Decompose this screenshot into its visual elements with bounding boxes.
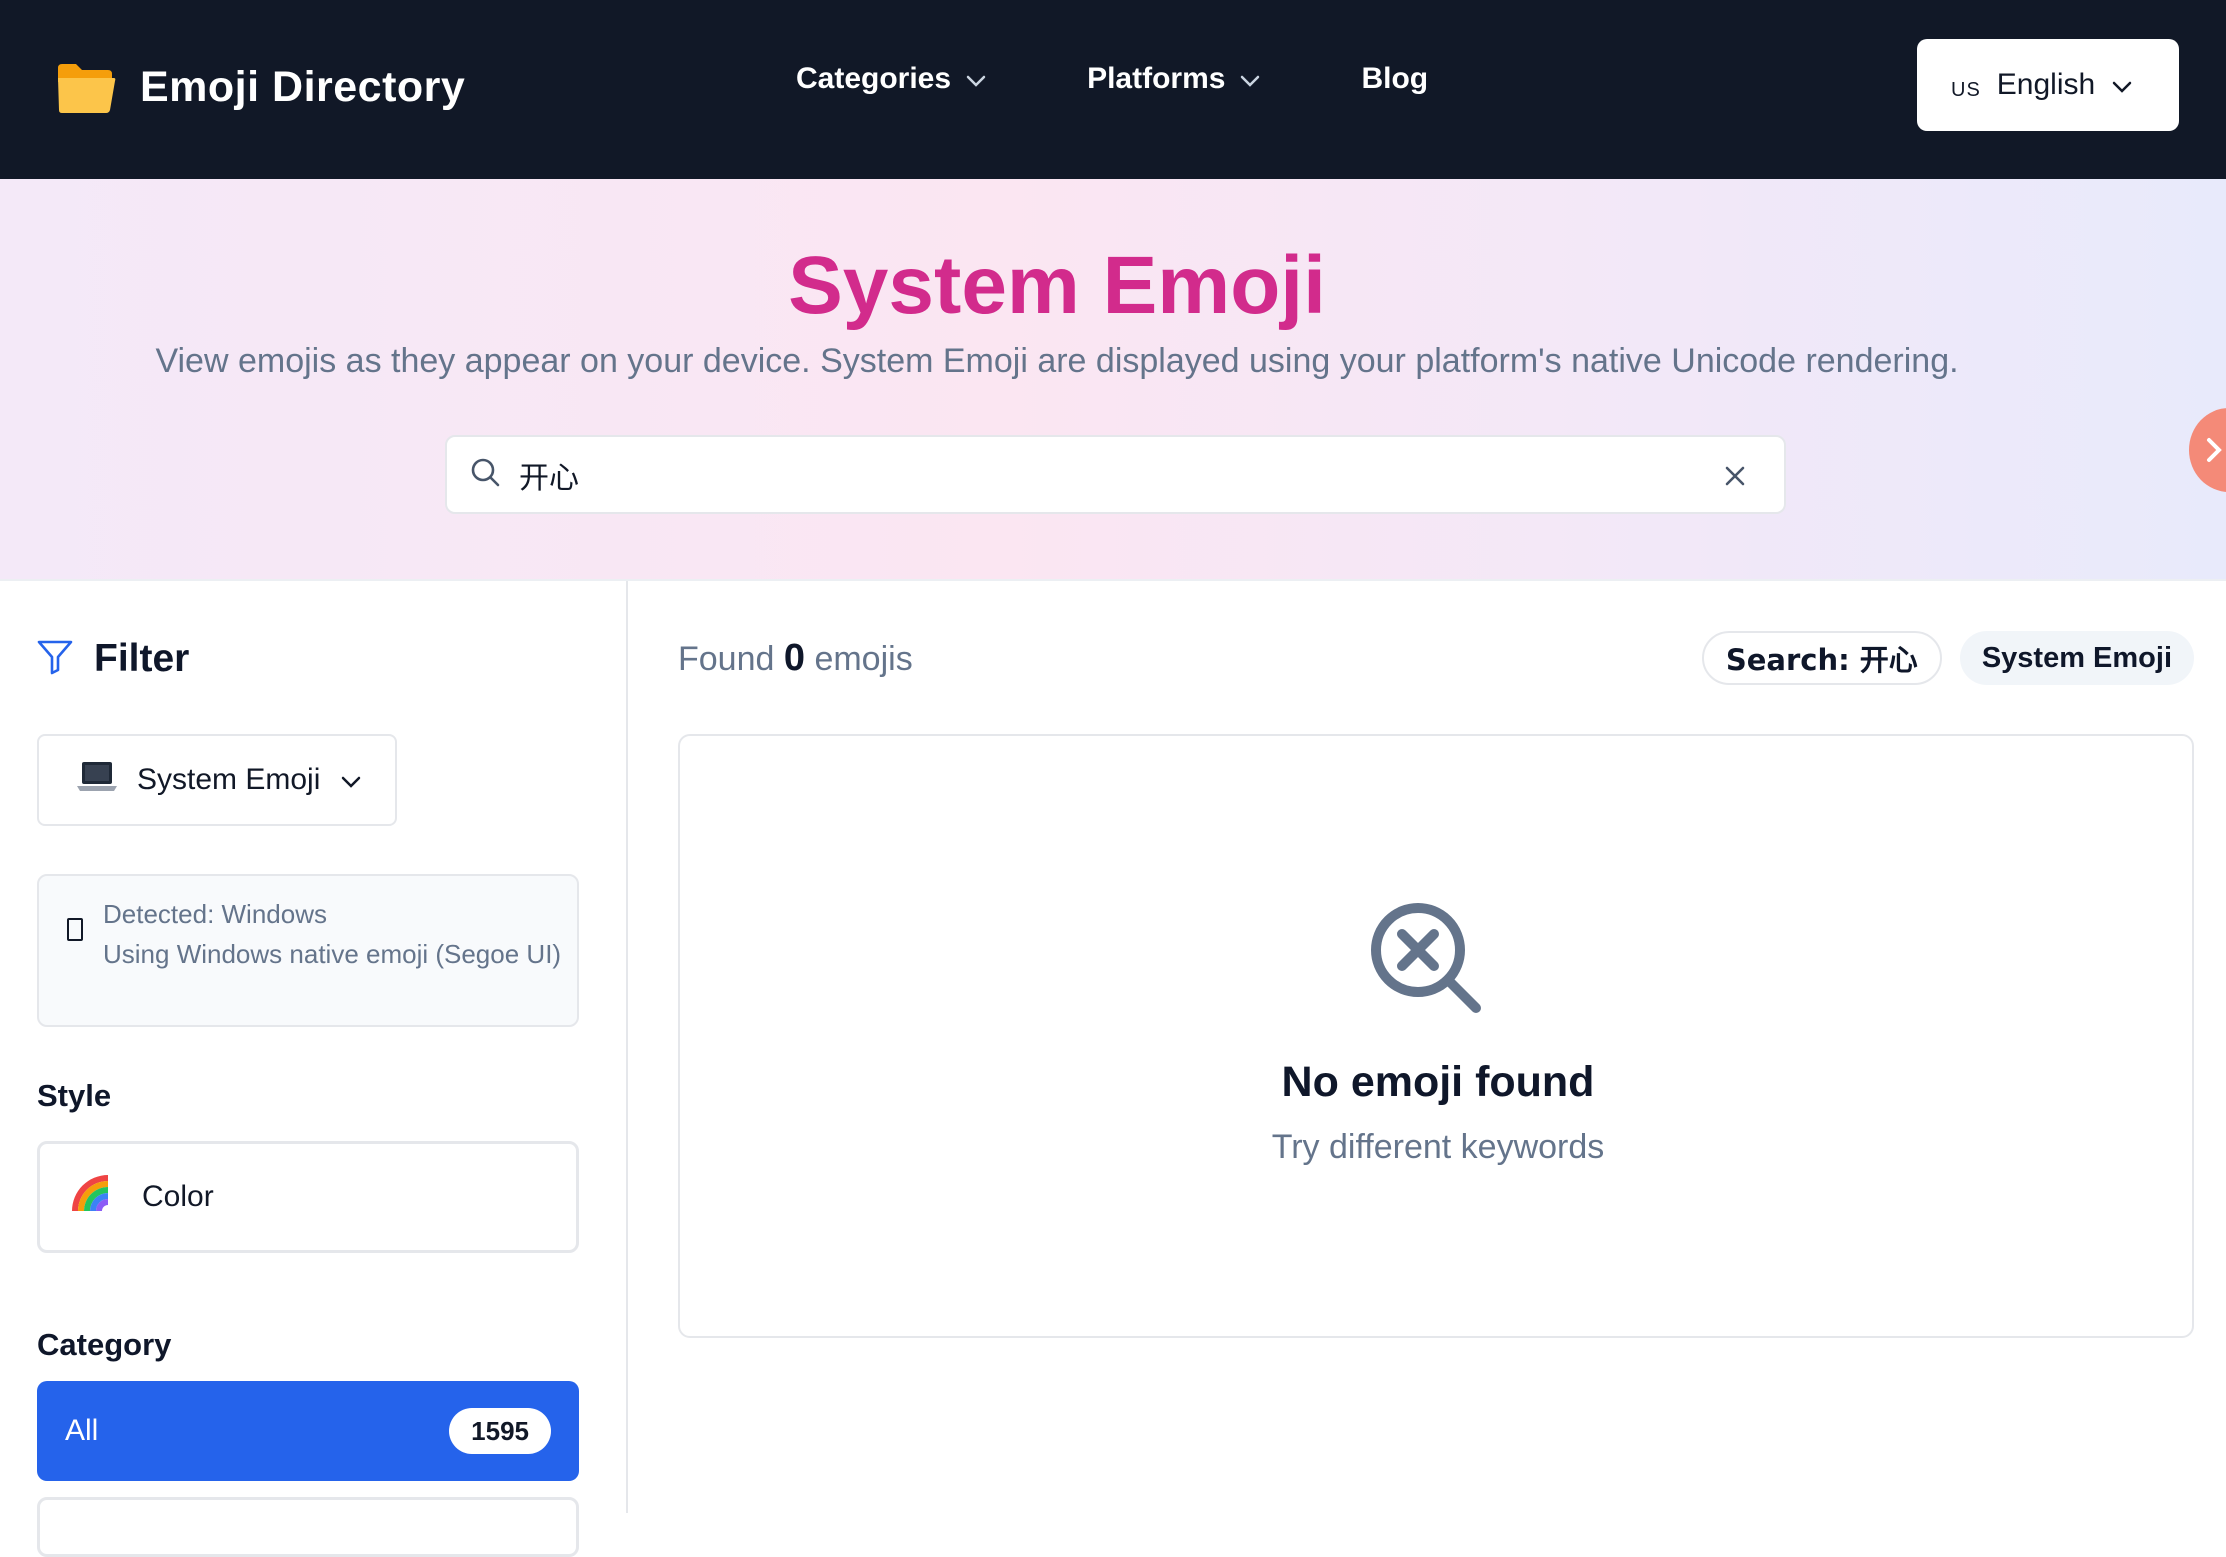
- chevron-down-icon: [965, 62, 987, 96]
- chevron-down-icon: [2111, 68, 2133, 102]
- found-prefix: Found: [678, 640, 775, 678]
- rainbow-icon: [70, 1173, 114, 1221]
- filter-sidebar: Filter System Emoji Detected: Windows Us…: [0, 581, 628, 1557]
- filter-header: Filter: [36, 637, 189, 681]
- empty-state-subtitle: Try different keywords: [1271, 1128, 1605, 1166]
- nav-blog-label: Blog: [1361, 62, 1429, 95]
- page-title: System Emoji: [788, 240, 1326, 331]
- chevron-down-icon: [340, 763, 362, 797]
- floating-action-button[interactable]: [2189, 408, 2226, 492]
- category-count-badge: 1595: [449, 1408, 551, 1454]
- search-x-icon: [1368, 900, 1488, 1020]
- nav-categories[interactable]: Categories: [796, 62, 987, 96]
- funnel-icon: [36, 638, 74, 681]
- search-icon: [469, 456, 501, 493]
- platform-select-value: System Emoji: [137, 763, 321, 796]
- nav-blog[interactable]: Blog: [1361, 62, 1428, 96]
- empty-state-card: No emoji found Try different keywords: [678, 734, 2194, 1338]
- category-item[interactable]: [37, 1497, 579, 1557]
- platform-filter-chip[interactable]: System Emoji: [1959, 631, 2194, 685]
- platform-select[interactable]: System Emoji: [37, 734, 397, 826]
- page-subtitle: View emojis as they appear on your devic…: [155, 342, 1959, 380]
- folder-icon: [56, 60, 116, 114]
- brand-link[interactable]: Emoji Directory: [56, 60, 465, 114]
- detected-os: Detected: Windows: [103, 899, 327, 929]
- platform-detection-info: Detected: Windows Using Windows native e…: [37, 874, 579, 1027]
- style-option-label: Color: [142, 1180, 214, 1213]
- hero-section: System Emoji View emojis as they appear …: [0, 179, 2226, 581]
- top-navbar: Emoji Directory Categories Platforms Blo…: [0, 0, 2226, 179]
- found-count: 0: [783, 637, 805, 679]
- us-flag-icon: US: [1951, 70, 1981, 103]
- device-icon: [67, 918, 83, 941]
- detected-font: Using Windows native emoji (Segoe UI): [103, 939, 562, 969]
- category-label: Category: [37, 1327, 172, 1362]
- detection-text: Detected: Windows Using Windows native e…: [103, 898, 563, 970]
- active-filter-chips: Search: 开心 System Emoji: [1701, 631, 2194, 685]
- laptop-icon: [77, 760, 117, 800]
- search-input[interactable]: [519, 457, 1669, 492]
- style-label: Style: [37, 1078, 112, 1113]
- results-count: Found 0 emojis: [678, 637, 913, 680]
- empty-state-title: No emoji found: [1281, 1058, 1595, 1106]
- language-label: English: [1996, 68, 2096, 101]
- style-option-color[interactable]: Color: [37, 1141, 579, 1253]
- search-bar[interactable]: [445, 435, 1786, 514]
- brand-title: Emoji Directory: [140, 62, 466, 111]
- main-nav: Categories Platforms Blog: [796, 62, 1428, 96]
- nav-platforms-label: Platforms: [1087, 62, 1226, 95]
- found-suffix: emojis: [814, 640, 913, 678]
- clear-search-icon[interactable]: [1722, 463, 1748, 489]
- category-item-all[interactable]: All 1595: [37, 1381, 579, 1481]
- nav-platforms[interactable]: Platforms: [1087, 62, 1261, 96]
- filter-title: Filter: [94, 637, 190, 680]
- search-filter-chip[interactable]: Search: 开心: [1701, 631, 1942, 685]
- results-area: Found 0 emojis Search: 开心 System Emoji N…: [630, 581, 2226, 1513]
- chevron-down-icon: [1239, 62, 1261, 96]
- nav-categories-label: Categories: [796, 62, 952, 95]
- language-selector[interactable]: US English: [1917, 39, 2179, 131]
- category-item-label: All: [65, 1414, 99, 1447]
